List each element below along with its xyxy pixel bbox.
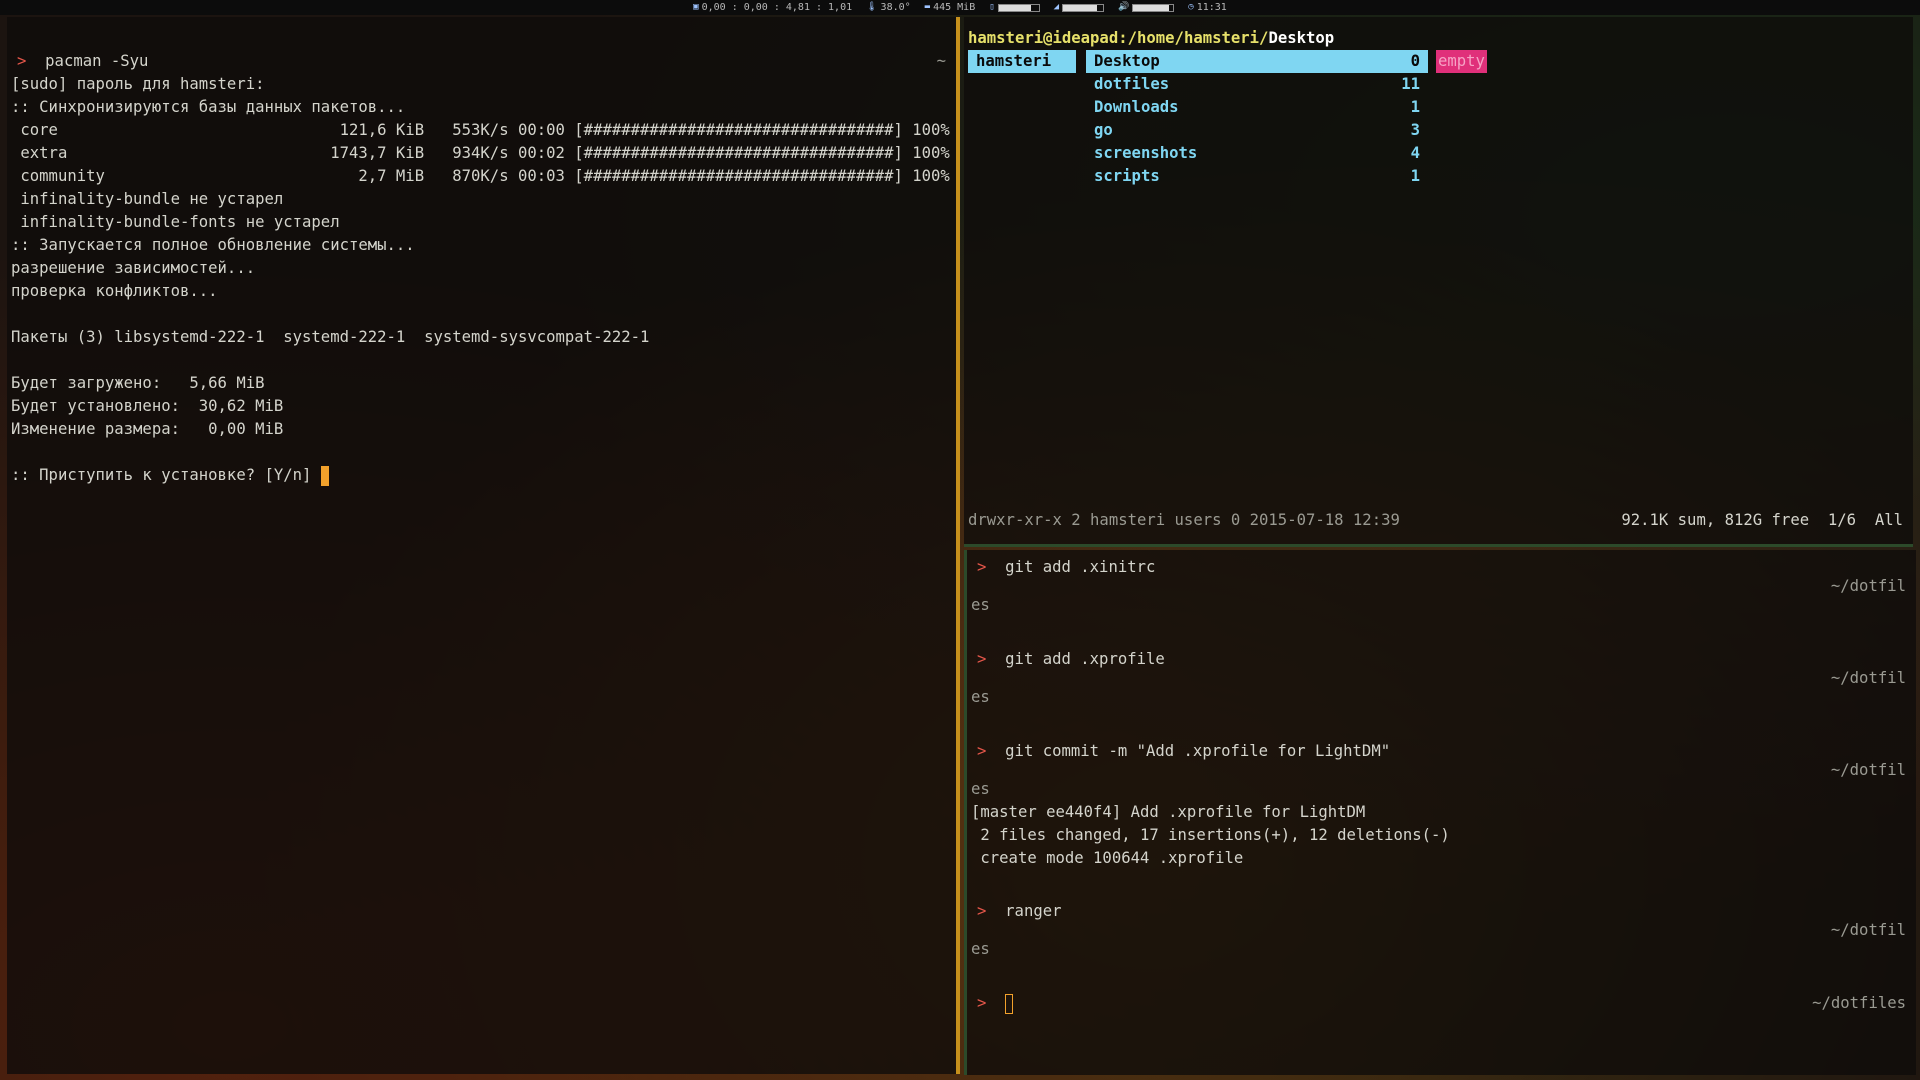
thermometer-icon: 🌡 [866, 2, 878, 12]
output-line: Будет загружено: 5,66 MiB [11, 374, 265, 392]
path-dir: /home/hamsteri/ [1127, 29, 1269, 47]
output-line: community 2,7 MiB 870K/s 00:03 [########… [11, 167, 950, 185]
text-cursor [1005, 993, 1014, 1014]
file-entry-count: 1 [1410, 167, 1420, 185]
file-entry[interactable]: Desktop 0 [1086, 50, 1428, 73]
output-line: Будет установлено: 30,62 MiB [11, 397, 284, 415]
speaker-icon: 🔊 [1118, 2, 1130, 12]
file-entry[interactable]: screenshots 4 [1086, 142, 1428, 165]
file-entry-count: 11 [1401, 75, 1420, 93]
wifi-indicator: ◢ [1053, 0, 1105, 15]
file-entry[interactable]: Downloads 1 [1086, 96, 1428, 119]
preview-empty-label: empty [1436, 50, 1487, 73]
file-entry-name: dotfiles [1094, 75, 1170, 93]
commit-output: [master ee440f4] Add .xprofile for Light… [971, 803, 1366, 821]
output-line: :: Приступить к установке? [Y/n] [11, 464, 329, 487]
prompt-line: > git add .xprofile [977, 648, 1165, 671]
prompt-line: > git add .xinitrc [977, 556, 1155, 579]
file-entry-name: Downloads [1094, 98, 1179, 116]
commit-output: create mode 100644 .xprofile [971, 849, 1244, 867]
pacman-terminal[interactable]: > pacman -Syu ~ [sudo] пароль для hamste… [7, 17, 960, 1074]
file-info-footer: drwxr-xr-x 2 hamsteri users 0 2015-07-18… [968, 511, 1400, 529]
prompt-line: > git commit -m "Add .xprofile for Light… [977, 740, 1390, 763]
prompt-symbol: > [977, 650, 987, 668]
status-bar: ▣ 0,00 : 0,00 : 4,81 : 1,01 🌡 38.0° ▬ 445 M… [0, 0, 1920, 15]
battery-indicator: ▯ [989, 0, 1040, 15]
output-line: core 121,6 KiB 553K/s 00:00 [###########… [11, 121, 950, 139]
file-entry-name: go [1094, 121, 1113, 139]
file-entry-count: 0 [1410, 52, 1420, 70]
prompt-line: > pacman -Syu [17, 50, 148, 73]
output-line: extra 1743,7 KiB 934K/s 00:02 [#########… [11, 144, 950, 162]
cpu-icon: ▣ [693, 2, 699, 12]
text-cursor [320, 465, 329, 486]
output-line: infinality-bundle-fonts не устарел [11, 213, 340, 231]
home-dir-marker: ~ [936, 52, 946, 70]
command-text: git add .xinitrc [1005, 558, 1156, 576]
command-text: git commit -m "Add .xprofile for LightDM… [1005, 742, 1391, 760]
prompt-symbol: > [17, 52, 27, 70]
output-line: Пакеты (3) libsystemd-222-1 systemd-222-… [11, 328, 650, 346]
path-current: Desktop [1268, 29, 1335, 47]
file-entry[interactable]: dotfiles 11 [1086, 73, 1428, 96]
output-line: Изменение размера: 0,00 MiB [11, 420, 284, 438]
commit-output: 2 files changed, 17 insertions(+), 12 de… [971, 826, 1450, 844]
file-entry-name: scripts [1094, 167, 1160, 185]
prompt-symbol: > [977, 902, 987, 920]
battery-bar-fill [998, 4, 1031, 11]
path-user-host: hamsteri@ideapad: [968, 29, 1128, 47]
file-entry-count: 3 [1410, 121, 1420, 139]
ranger-path: hamsteri@ideapad:/home/hamsteri/Desktop [968, 27, 1334, 50]
prompt-line: > ranger [977, 900, 1062, 923]
output-line: :: Синхронизируются базы данных пакетов.… [11, 98, 406, 116]
file-entry[interactable]: go 3 [1086, 119, 1428, 142]
prompt-symbol: > [977, 558, 987, 576]
file-entry-count: 1 [1410, 98, 1420, 116]
volume-bar-fill [1133, 4, 1170, 11]
dir-marker: ~/dotfil [1830, 921, 1906, 939]
file-entry-count: 4 [1410, 144, 1420, 162]
volume-bar [1132, 3, 1175, 12]
battery-icon: ▯ [989, 2, 995, 12]
output-line: infinality-bundle не устарел [11, 190, 284, 208]
dir-marker-wrap: es [971, 940, 990, 958]
prompt-symbol: > [977, 742, 987, 760]
dir-marker: ~/dotfil [1830, 761, 1906, 779]
memory-usage: ▬ 445 MiB [924, 2, 976, 13]
output-line: проверка конфликтов... [11, 282, 218, 300]
memory-icon: ▬ [924, 2, 931, 12]
clock: ◷ 11:31 [1188, 2, 1227, 13]
output-line: разрешение зависимостей... [11, 259, 256, 277]
output-line: [sudo] пароль для hamsteri: [11, 75, 265, 93]
file-entry[interactable]: scripts 1 [1086, 165, 1428, 188]
ranger-file-manager[interactable]: hamsteri@ideapad:/home/hamsteri/Desktop … [964, 17, 1913, 547]
wifi-bar-fill [1063, 4, 1098, 11]
clock-icon: ◷ [1188, 2, 1194, 12]
load-average: ▣ 0,00 : 0,00 : 4,81 : 1,01 [693, 2, 853, 13]
command-text: git add .xprofile [1005, 650, 1165, 668]
git-terminal[interactable]: > git add .xinitrc ~/dotfil es > git add… [964, 550, 1916, 1075]
output-line: :: Запускается полное обновление системы… [11, 236, 415, 254]
wifi-bar [1062, 3, 1105, 12]
prompt-symbol: > [977, 994, 987, 1012]
ranger-summary-footer: 92.1K sum, 812G free 1/6 All [1621, 511, 1903, 529]
command-text: ranger [1005, 902, 1062, 920]
dir-marker: ~/dotfil [1830, 577, 1906, 595]
dir-marker-wrap: es [971, 780, 990, 798]
wifi-icon: ◢ [1053, 2, 1060, 12]
parent-dir-entry[interactable]: hamsteri [968, 50, 1076, 73]
current-dir-marker: ~/dotfiles [1812, 994, 1906, 1012]
volume-indicator: 🔊 [1118, 0, 1175, 15]
dir-marker-wrap: es [971, 688, 990, 706]
dir-marker-wrap: es [971, 596, 990, 614]
active-prompt-line[interactable]: > [977, 992, 1014, 1015]
command-text: pacman -Syu [45, 52, 149, 70]
file-entry-name: screenshots [1094, 144, 1198, 162]
file-entry-name: Desktop [1094, 52, 1160, 70]
battery-bar [997, 3, 1040, 12]
temperature: 🌡 38.0° [866, 2, 911, 13]
dir-marker: ~/dotfil [1830, 669, 1906, 687]
